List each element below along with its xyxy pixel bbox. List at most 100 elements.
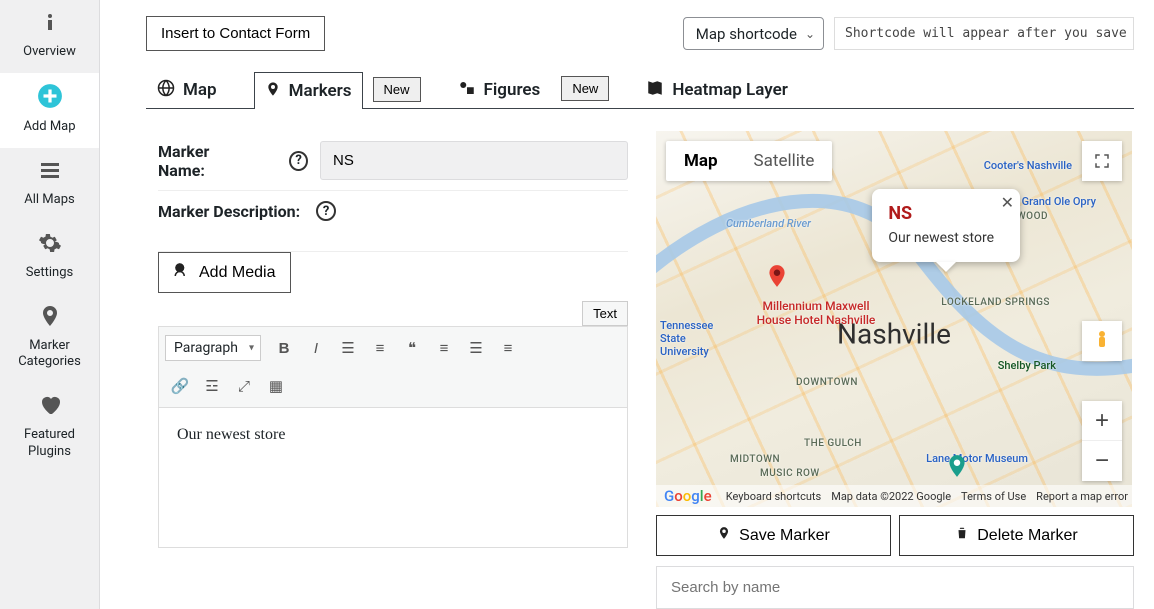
map-pin-icon (764, 263, 790, 289)
fullscreen-button[interactable]: ⤢ (229, 371, 259, 401)
map-poi: Grand Ole Opry (1022, 195, 1096, 208)
shapes-icon (458, 79, 476, 101)
sidebar-item-label: Overview (23, 44, 76, 61)
map-area: MUSIC ROW (760, 468, 820, 479)
sidebar: Overview Add Map All Maps Settings Marke… (0, 0, 100, 609)
search-marker-input[interactable] (656, 566, 1134, 609)
sidebar-item-settings[interactable]: Settings (0, 221, 99, 294)
map-poi: Shelby Park (998, 359, 1056, 372)
zoom-in-button[interactable]: + (1082, 401, 1122, 441)
trash-icon (955, 526, 969, 545)
map-footer: Google Keyboard shortcuts Map data ©2022… (656, 485, 1132, 507)
map-footer-kb[interactable]: Keyboard shortcuts (726, 490, 821, 503)
save-marker-button[interactable]: Save Marker (656, 515, 891, 556)
tab-label: Map (183, 80, 217, 100)
marker-name-label: Marker Name: (158, 142, 253, 180)
align-right-button[interactable]: ≡ (493, 333, 523, 363)
marker-name-input[interactable] (320, 141, 628, 180)
globe-icon (157, 79, 175, 101)
tabs: Map Markers New Figures New Heatmap Laye… (146, 69, 1134, 109)
pin-icon (38, 304, 62, 334)
number-list-button[interactable]: ≡ (365, 333, 395, 363)
fullscreen-button[interactable] (1082, 141, 1122, 181)
tab-label: Figures (484, 80, 541, 100)
editor-text-tab[interactable]: Text (582, 301, 628, 326)
plus-circle-icon (37, 83, 63, 115)
tab-heatmap[interactable]: Heatmap Layer (635, 70, 799, 109)
insert-contact-form-button[interactable]: Insert to Contact Form (146, 16, 325, 51)
sidebar-item-overview[interactable]: Overview (0, 0, 99, 73)
close-icon[interactable]: ✕ (1001, 193, 1014, 213)
bold-button[interactable]: B (269, 333, 299, 363)
map-canvas[interactable]: Cooter's Nashville Grand Ole Opry INGLEW… (656, 131, 1132, 507)
map-area: DOWNTOWN (796, 377, 858, 388)
sidebar-item-marker-categories[interactable]: Marker Categories (0, 294, 99, 384)
map-type-map[interactable]: Map (666, 141, 736, 181)
map-area: LOCKELAND SPRINGS (941, 297, 1050, 308)
map-poi: Lane Motor Museum (926, 452, 1028, 465)
delete-marker-label: Delete Marker (977, 527, 1077, 545)
marker-name-row: Marker Name: ? (158, 131, 628, 191)
sidebar-item-label: Settings (26, 265, 73, 282)
shortcode-select[interactable]: Map shortcode ⌄ (683, 17, 824, 50)
sidebar-item-all-maps[interactable]: All Maps (0, 148, 99, 221)
italic-button[interactable]: I (301, 333, 331, 363)
quote-button[interactable]: ❝ (397, 333, 427, 363)
figures-new-button[interactable]: New (561, 76, 609, 101)
align-center-button[interactable]: ☰ (461, 333, 491, 363)
map-footer-data: Map data ©2022 Google (831, 490, 951, 503)
pin-icon (717, 526, 731, 545)
sidebar-item-label: All Maps (24, 192, 74, 209)
link-button[interactable]: 🔗 (165, 371, 195, 401)
marker-desc-label: Marker Description: (158, 202, 300, 221)
map-footer-terms[interactable]: Terms of Use (961, 490, 1026, 503)
editor-content[interactable]: Our newest store (158, 408, 628, 548)
sidebar-item-add-map[interactable]: Add Map (0, 73, 99, 148)
map-river-label: Cumberland River (726, 217, 811, 230)
gear-icon (38, 231, 62, 261)
toolbar-toggle-button[interactable]: ▦ (261, 371, 291, 401)
pegman-button[interactable] (1082, 321, 1122, 361)
save-marker-label: Save Marker (739, 527, 830, 545)
map-poi: Tennessee State University (660, 319, 730, 358)
tab-markers[interactable]: Markers (254, 72, 363, 109)
align-left-button[interactable]: ≡ (429, 333, 459, 363)
markers-new-button[interactable]: New (373, 77, 421, 102)
map-footer-report[interactable]: Report a map error (1036, 490, 1128, 503)
tab-map[interactable]: Map (146, 70, 228, 109)
info-icon (38, 10, 62, 40)
heatmap-icon (646, 79, 664, 101)
top-bar: Insert to Contact Form Map shortcode ⌄ S… (146, 16, 1134, 51)
add-media-button[interactable]: Add Media (158, 252, 291, 293)
shortcode-select-label: Map shortcode (696, 25, 797, 43)
tab-label: Heatmap Layer (672, 80, 788, 100)
info-window-desc: Our newest store (888, 230, 994, 246)
tab-label: Markers (289, 81, 352, 101)
bullet-list-button[interactable]: ☰ (333, 333, 363, 363)
insert-more-button[interactable]: ☲ (197, 371, 227, 401)
delete-marker-button[interactable]: Delete Marker (899, 515, 1134, 556)
sidebar-item-featured-plugins[interactable]: Featured Plugins (0, 383, 99, 473)
sidebar-item-label: Add Map (23, 119, 75, 136)
map-city-label: Nashville (837, 318, 951, 351)
marker-desc-row: Marker Description: ? (158, 191, 628, 252)
main-panel: Insert to Contact Form Map shortcode ⌄ S… (100, 0, 1154, 609)
tab-figures[interactable]: Figures (447, 70, 552, 109)
heart-icon (38, 393, 62, 423)
info-window: ✕ NS Our newest store (872, 189, 1020, 262)
map-pin-icon (944, 453, 970, 479)
info-window-title: NS (888, 203, 994, 224)
list-icon (38, 158, 62, 188)
map-type-satellite[interactable]: Satellite (736, 141, 833, 181)
map-area: THE GULCH (804, 438, 862, 449)
pin-icon (265, 81, 281, 101)
zoom-out-button[interactable]: − (1082, 441, 1122, 481)
zoom-control: + − (1082, 401, 1122, 481)
map-poi: Cooter's Nashville (984, 159, 1072, 172)
help-icon[interactable]: ? (316, 201, 336, 221)
shortcode-output: Shortcode will appear after you save m (834, 17, 1134, 50)
format-select[interactable]: Paragraph (165, 335, 261, 361)
sidebar-item-label: Marker Categories (6, 338, 93, 372)
help-icon[interactable]: ? (289, 151, 308, 171)
chevron-down-icon: ⌄ (805, 27, 815, 41)
